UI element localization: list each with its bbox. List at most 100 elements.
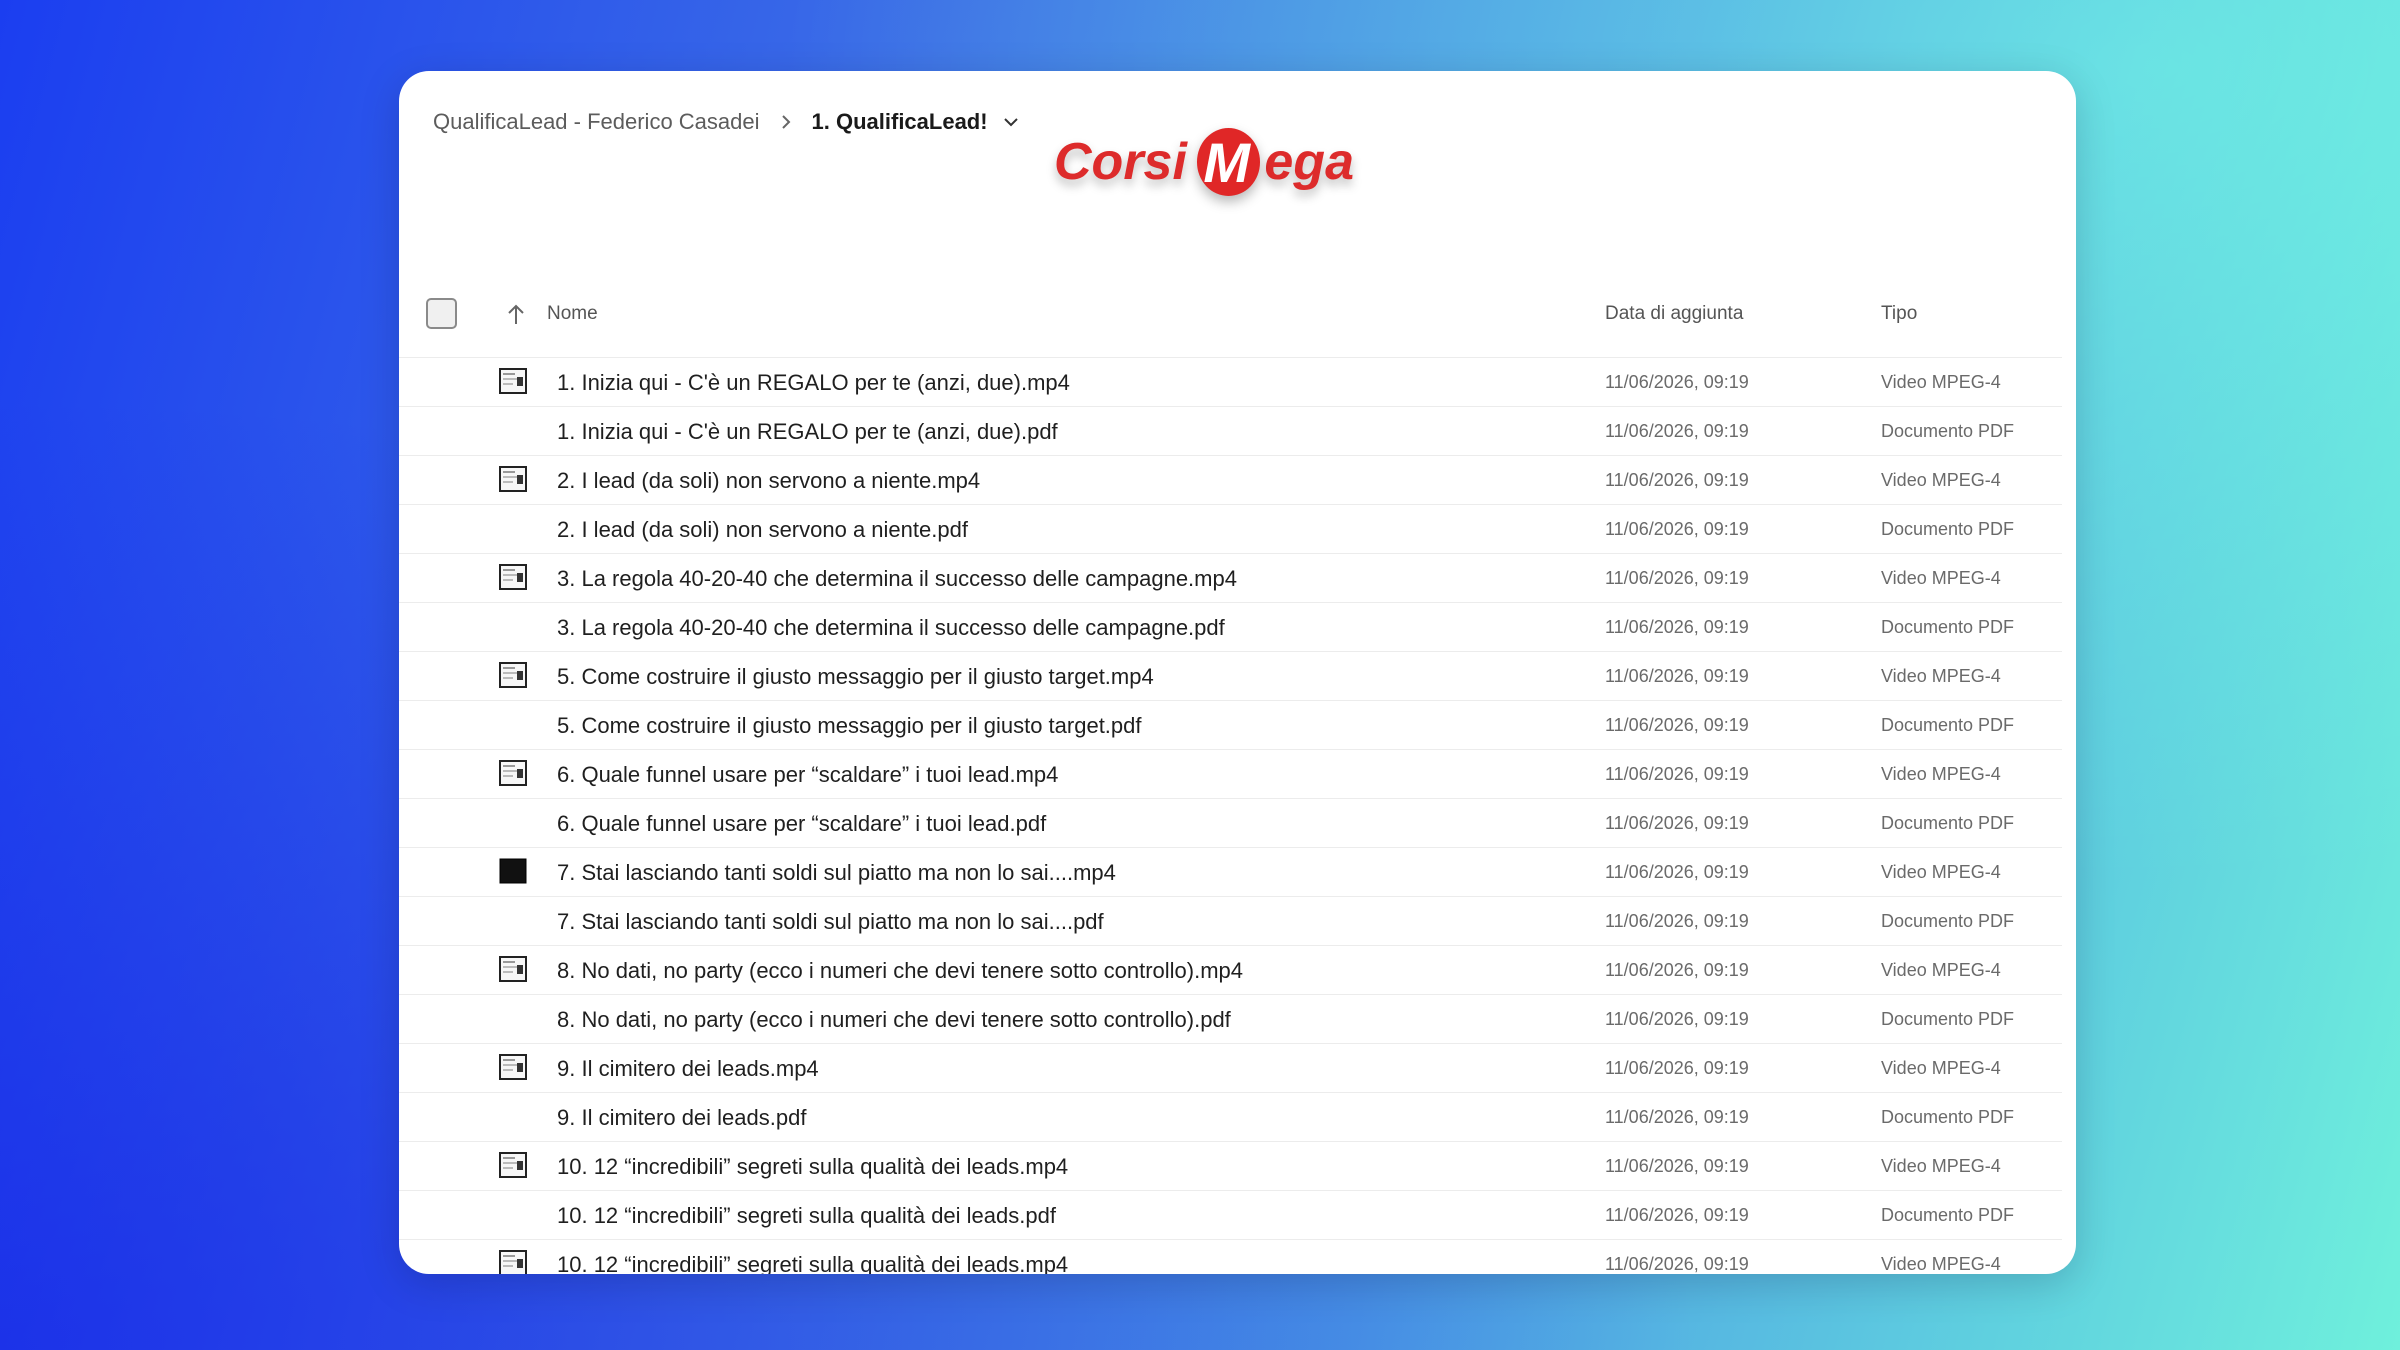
file-row[interactable]: 3. La regola 40-20-40 che determina il s… xyxy=(399,553,2062,602)
file-row[interactable]: 10. 12 “incredibili” segreti sulla quali… xyxy=(399,1190,2062,1239)
file-date-added: 11/06/2026, 09:19 xyxy=(1605,715,1749,735)
column-header-name[interactable]: Nome xyxy=(547,303,598,325)
table-header: Nome Data di aggiunta Tipo xyxy=(399,283,2076,347)
file-row[interactable]: 1. Inizia qui - C'è un REGALO per te (an… xyxy=(399,406,2062,455)
file-type: Documento PDF xyxy=(1881,617,2015,637)
file-type: Video MPEG-4 xyxy=(1881,568,2001,588)
file-type: Documento PDF xyxy=(1881,813,2015,833)
file-name[interactable]: 9. Il cimitero dei leads.mp4 xyxy=(557,1056,819,1082)
file-name[interactable]: 1. Inizia qui - C'è un REGALO per te (an… xyxy=(557,370,1070,396)
breadcrumb-current-folder[interactable]: 1. QualificaLead! xyxy=(812,109,988,135)
file-name[interactable]: 2. I lead (da soli) non servono a niente… xyxy=(557,517,968,543)
file-type: Documento PDF xyxy=(1881,519,2015,539)
file-date-added: 11/06/2026, 09:19 xyxy=(1605,372,1749,392)
file-name[interactable]: 6. Quale funnel usare per “scaldare” i t… xyxy=(557,811,1046,837)
file-date-added: 11/06/2026, 09:19 xyxy=(1605,1058,1749,1078)
file-date-added: 11/06/2026, 09:19 xyxy=(1605,1107,1749,1127)
file-date-added: 11/06/2026, 09:19 xyxy=(1605,470,1749,490)
file-type: Video MPEG-4 xyxy=(1881,960,2001,980)
video-thumb-icon xyxy=(499,760,527,786)
file-date-added: 11/06/2026, 09:19 xyxy=(1605,911,1749,931)
file-row[interactable]: 7. Stai lasciando tanti soldi sul piatto… xyxy=(399,847,2062,896)
video-thumb-icon xyxy=(499,1250,527,1274)
select-all-checkbox[interactable] xyxy=(426,298,457,329)
file-row[interactable]: 2. I lead (da soli) non servono a niente… xyxy=(399,455,2062,504)
file-date-added: 11/06/2026, 09:19 xyxy=(1605,568,1749,588)
file-name[interactable]: 10. 12 “incredibili” segreti sulla quali… xyxy=(557,1252,1068,1274)
file-type: Video MPEG-4 xyxy=(1881,470,2001,490)
file-name[interactable]: 7. Stai lasciando tanti soldi sul piatto… xyxy=(557,909,1104,935)
file-date-added: 11/06/2026, 09:19 xyxy=(1605,1254,1749,1274)
column-header-date[interactable]: Data di aggiunta xyxy=(1605,303,1743,325)
chevron-right-icon xyxy=(780,113,792,131)
video-thumb-icon xyxy=(499,956,527,982)
file-date-added: 11/06/2026, 09:19 xyxy=(1605,862,1749,882)
file-name[interactable]: 7. Stai lasciando tanti soldi sul piatto… xyxy=(557,860,1116,886)
logo-m-badge: M xyxy=(1196,128,1261,196)
file-type: Video MPEG-4 xyxy=(1881,1058,2001,1078)
file-type: Documento PDF xyxy=(1881,1107,2015,1127)
file-list: 1. Inizia qui - C'è un REGALO per te (an… xyxy=(399,357,2076,1274)
file-row[interactable]: 8. No dati, no party (ecco i numeri che … xyxy=(399,945,2062,994)
file-row[interactable]: 5. Come costruire il giusto messaggio pe… xyxy=(399,651,2062,700)
file-row[interactable]: 2. I lead (da soli) non servono a niente… xyxy=(399,504,2062,553)
breadcrumb-parent-link[interactable]: QualificaLead - Federico Casadei xyxy=(433,109,760,135)
file-row[interactable]: 5. Come costruire il giusto messaggio pe… xyxy=(399,700,2062,749)
file-type: Video MPEG-4 xyxy=(1881,862,2001,882)
file-date-added: 11/06/2026, 09:19 xyxy=(1605,1156,1749,1176)
file-row[interactable]: 7. Stai lasciando tanti soldi sul piatto… xyxy=(399,896,2062,945)
file-row[interactable]: 9. Il cimitero dei leads.mp4 11/06/2026, … xyxy=(399,1043,2062,1092)
file-date-added: 11/06/2026, 09:19 xyxy=(1605,519,1749,539)
file-row[interactable]: 3. La regola 40-20-40 che determina il s… xyxy=(399,602,2062,651)
file-type: Video MPEG-4 xyxy=(1881,764,2001,784)
file-name[interactable]: 10. 12 “incredibili” segreti sulla quali… xyxy=(557,1154,1068,1180)
file-date-added: 11/06/2026, 09:19 xyxy=(1605,764,1749,784)
file-date-added: 11/06/2026, 09:19 xyxy=(1605,421,1749,441)
file-type: Documento PDF xyxy=(1881,421,2015,441)
file-row[interactable]: 1. Inizia qui - C'è un REGALO per te (an… xyxy=(399,357,2062,406)
video-thumb-icon xyxy=(499,368,527,394)
file-row[interactable]: 6. Quale funnel usare per “scaldare” i t… xyxy=(399,798,2062,847)
file-type: Video MPEG-4 xyxy=(1881,1156,2001,1176)
corsi-mega-logo: Corsi M ega xyxy=(1054,117,1354,207)
file-type: Video MPEG-4 xyxy=(1881,372,2001,392)
video-thumb-icon xyxy=(499,466,527,492)
file-name[interactable]: 3. La regola 40-20-40 che determina il s… xyxy=(557,615,1225,641)
file-name[interactable]: 3. La regola 40-20-40 che determina il s… xyxy=(557,566,1237,592)
file-date-added: 11/06/2026, 09:19 xyxy=(1605,813,1749,833)
file-date-added: 11/06/2026, 09:19 xyxy=(1605,617,1749,637)
file-row[interactable]: 8. No dati, no party (ecco i numeri che … xyxy=(399,994,2062,1043)
logo-text-ega: ega xyxy=(1264,133,1354,191)
file-date-added: 11/06/2026, 09:19 xyxy=(1605,666,1749,686)
file-row[interactable]: 9. Il cimitero dei leads.pdf 11/06/2026, … xyxy=(399,1092,2062,1141)
file-name[interactable]: 8. No dati, no party (ecco i numeri che … xyxy=(557,958,1243,984)
sort-ascending-icon[interactable] xyxy=(505,303,527,327)
file-name[interactable]: 2. I lead (da soli) non servono a niente… xyxy=(557,468,980,494)
file-type: Documento PDF xyxy=(1881,715,2015,735)
file-date-added: 11/06/2026, 09:19 xyxy=(1605,960,1749,980)
file-date-added: 11/06/2026, 09:19 xyxy=(1605,1205,1749,1225)
file-name[interactable]: 9. Il cimitero dei leads.pdf xyxy=(557,1105,806,1131)
chevron-down-icon[interactable] xyxy=(1002,116,1020,128)
file-type: Documento PDF xyxy=(1881,1205,2015,1225)
video-thumb-icon xyxy=(499,1152,527,1178)
file-row[interactable]: 10. 12 “incredibili” segreti sulla quali… xyxy=(399,1239,2062,1274)
video-thumb-icon xyxy=(499,858,527,884)
file-name[interactable]: 5. Come costruire il giusto messaggio pe… xyxy=(557,713,1142,739)
column-header-type[interactable]: Tipo xyxy=(1881,303,1917,325)
file-type: Documento PDF xyxy=(1881,1009,2015,1029)
file-type: Documento PDF xyxy=(1881,911,2015,931)
file-name[interactable]: 6. Quale funnel usare per “scaldare” i t… xyxy=(557,762,1058,788)
file-name[interactable]: 10. 12 “incredibili” segreti sulla quali… xyxy=(557,1203,1056,1229)
file-row[interactable]: 10. 12 “incredibili” segreti sulla quali… xyxy=(399,1141,2062,1190)
file-date-added: 11/06/2026, 09:19 xyxy=(1605,1009,1749,1029)
file-row[interactable]: 6. Quale funnel usare per “scaldare” i t… xyxy=(399,749,2062,798)
file-name[interactable]: 1. Inizia qui - C'è un REGALO per te (an… xyxy=(557,419,1058,445)
video-thumb-icon xyxy=(499,662,527,688)
video-thumb-icon xyxy=(499,1054,527,1080)
file-name[interactable]: 8. No dati, no party (ecco i numeri che … xyxy=(557,1007,1231,1033)
file-name[interactable]: 5. Come costruire il giusto messaggio pe… xyxy=(557,664,1154,690)
logo-m-letter: M xyxy=(1203,130,1250,194)
video-thumb-icon xyxy=(499,564,527,590)
file-type: Video MPEG-4 xyxy=(1881,666,2001,686)
